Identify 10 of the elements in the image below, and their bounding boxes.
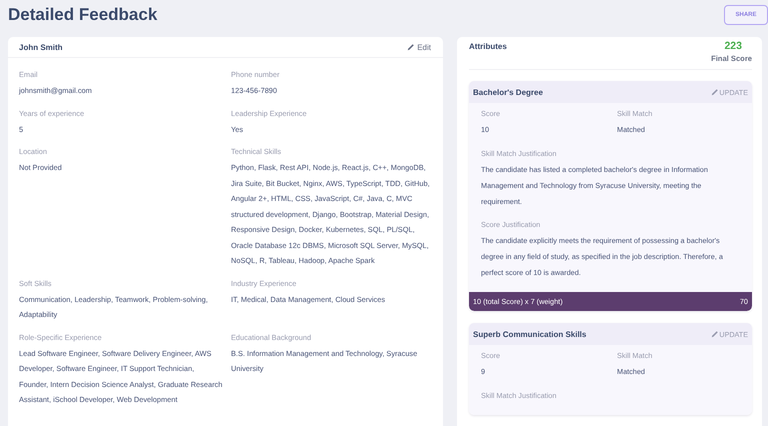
- final-score: 223: [724, 40, 742, 53]
- panel-title: Attributes: [469, 42, 507, 51]
- pencil-icon: [711, 88, 720, 96]
- attribute-title: Superb Communication Skills: [473, 330, 586, 338]
- page-title: Detailed Feedback: [8, 5, 158, 25]
- attribute-title: Bachelor's Degree: [473, 88, 543, 96]
- edit-link[interactable]: Edit: [407, 42, 431, 52]
- pencil-icon: [711, 330, 720, 338]
- candidate-name: John Smith: [19, 42, 63, 52]
- pencil-icon: [407, 43, 416, 51]
